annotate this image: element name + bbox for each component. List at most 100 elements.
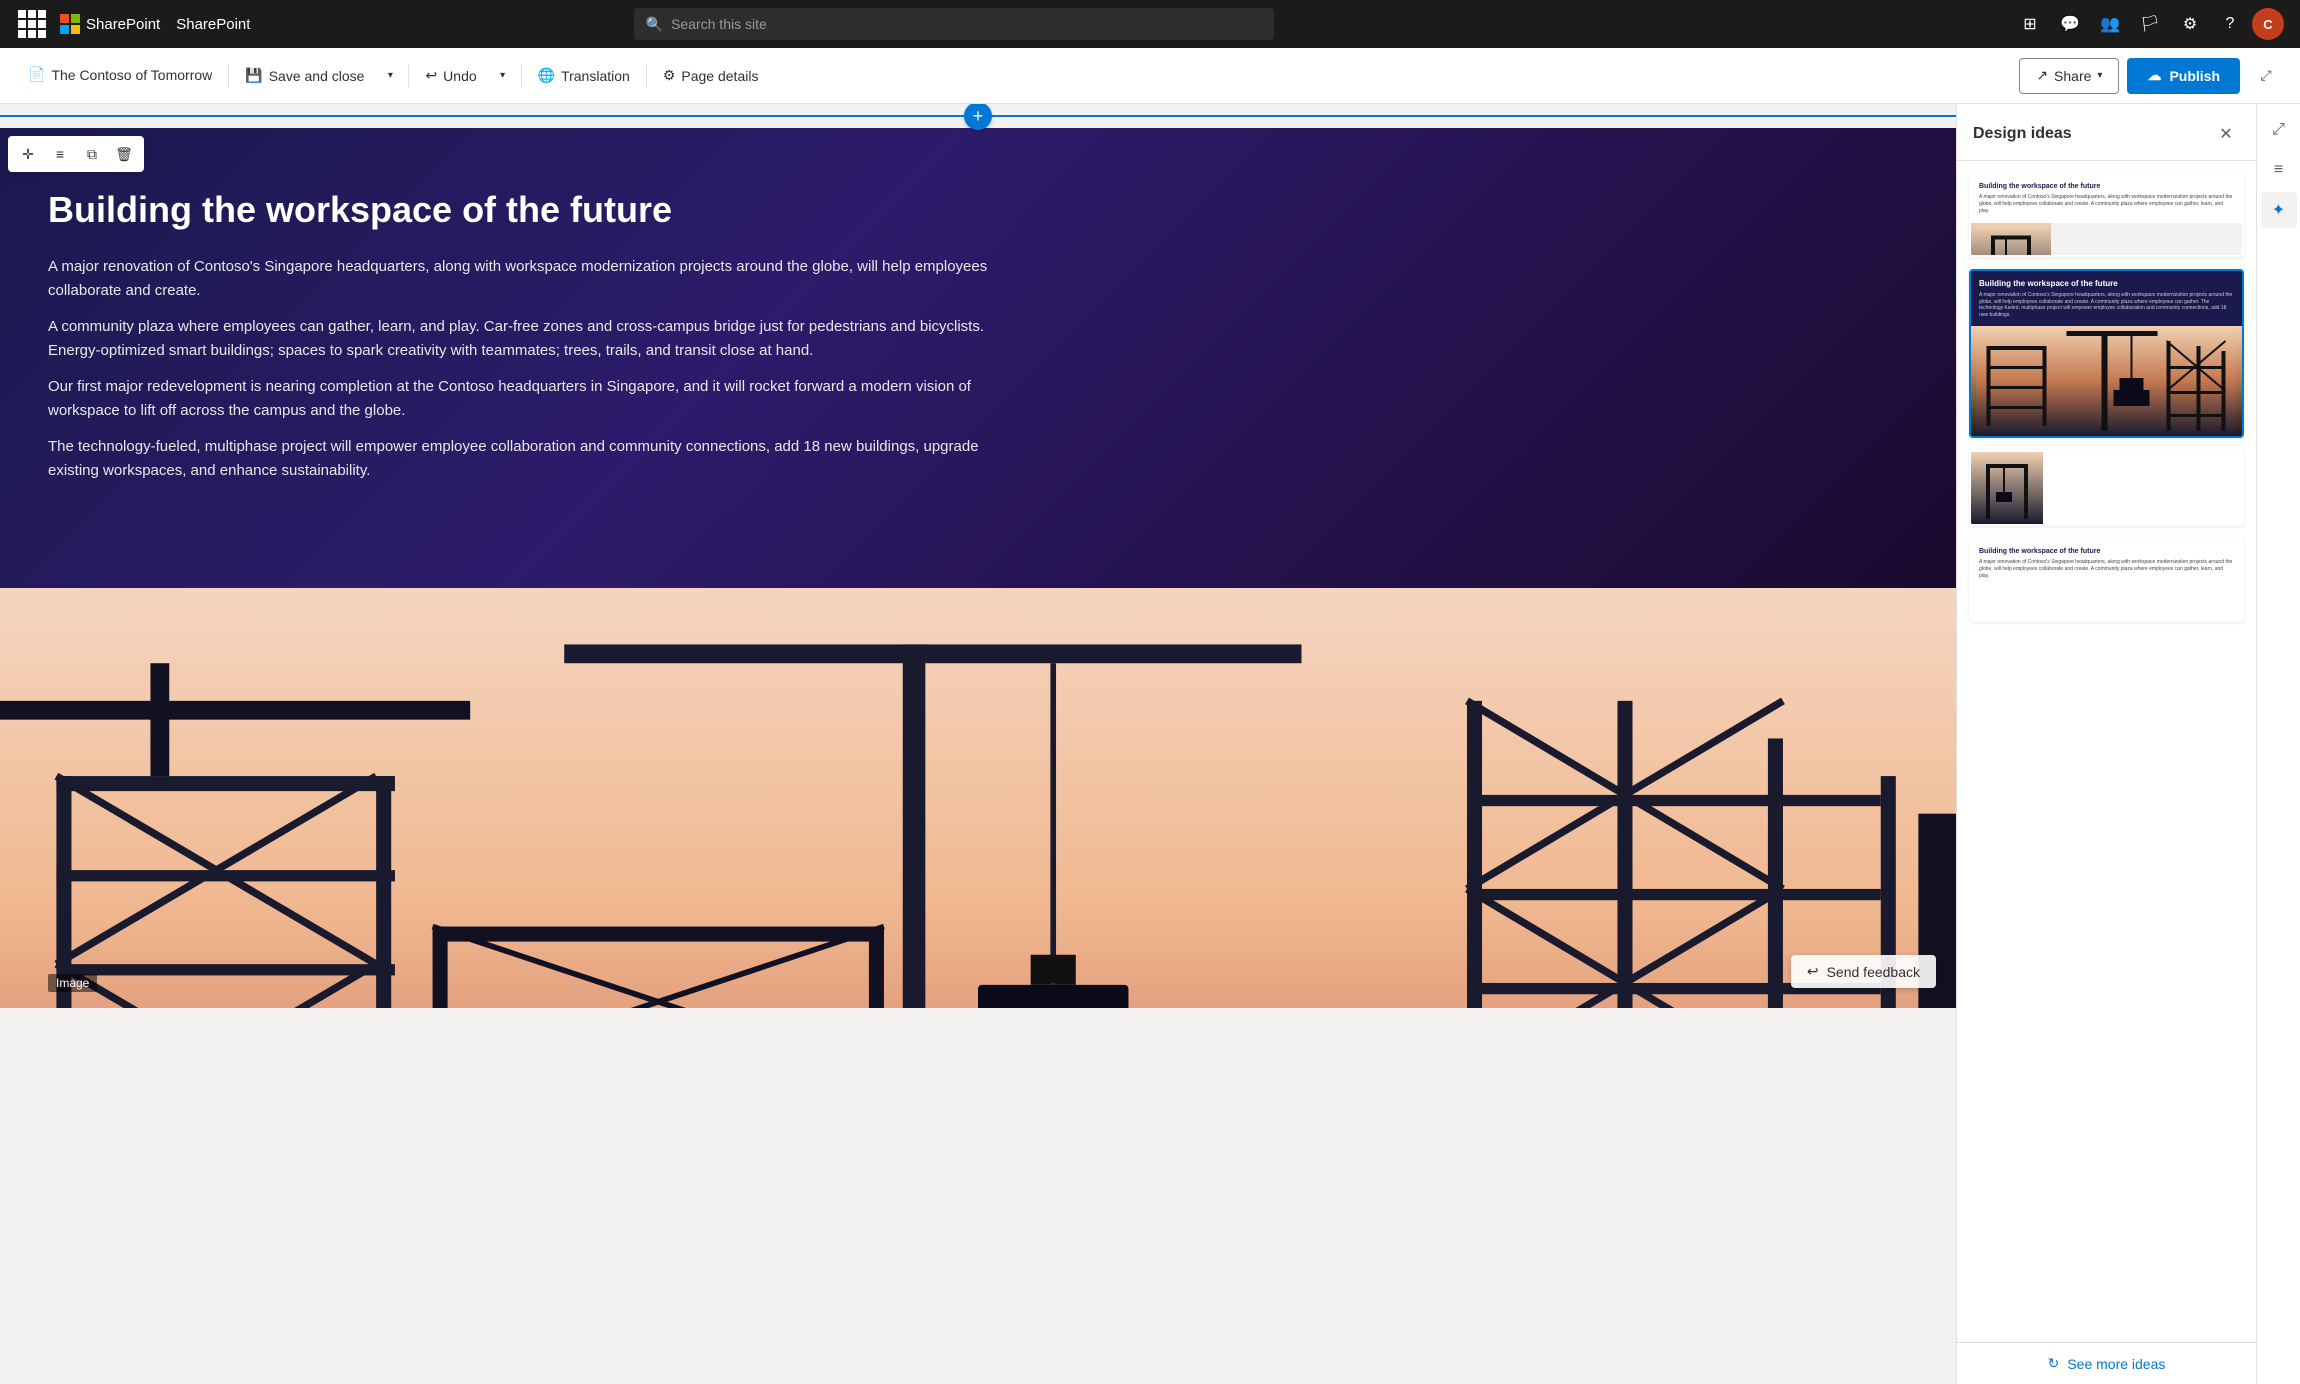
user-avatar[interactable]: C — [2252, 8, 2284, 40]
design-card-2-header: Building the workspace of the future A m… — [1971, 271, 2242, 326]
hero-para-2: A community plaza where employees can ga… — [48, 315, 998, 363]
hero-para-1: A major renovation of Contoso's Singapor… — [48, 255, 998, 303]
share-icon: ↗ — [2036, 67, 2048, 84]
design-card-4-title: Building the workspace of the future — [1979, 548, 2234, 555]
send-feedback-button[interactable]: ↩ Send feedback — [1791, 955, 1936, 988]
publish-icon: ☁ — [2147, 67, 2161, 84]
nav-icon-apps[interactable]: ⊞ — [2012, 6, 2048, 42]
image-section: Image ↩ Send feedback — [0, 588, 1956, 1008]
undo-icon: ↩ — [425, 67, 437, 84]
toolbar-right: ↗ Share ▾ ☁ Publish ⤢ — [2019, 58, 2284, 94]
hero-para-4: The technology-fueled, multiphase projec… — [48, 435, 998, 483]
translation-label: Translation — [561, 68, 630, 84]
toolbar-divider-2 — [408, 64, 409, 88]
right-side-icons: ⤢ ≡ ✦ — [2256, 104, 2300, 1384]
save-icon: 💾 — [245, 67, 262, 84]
refresh-icon: ↻ — [2048, 1355, 2060, 1372]
app-launcher-button[interactable] — [16, 8, 48, 40]
nav-icon-help[interactable]: ? — [2212, 6, 2248, 42]
design-card-1-body: A major renovation of Contoso's Singapor… — [1979, 194, 2234, 215]
side-design-button[interactable]: ✦ — [2261, 192, 2297, 228]
toolbar-divider-1 — [228, 64, 229, 88]
see-more-label: See more ideas — [2067, 1356, 2165, 1372]
undo-button[interactable]: ↩ Undo — [413, 58, 488, 94]
undo-dropdown[interactable]: ▾ — [489, 58, 517, 94]
app-name: SharePoint — [176, 16, 250, 33]
design-card-1-text: Building the workspace of the future A m… — [1971, 175, 2242, 223]
hero-body: A major renovation of Contoso's Singapor… — [48, 255, 998, 483]
design-card-3-inner: Building the workspace of the future A m… — [1971, 452, 2242, 524]
webpart-container: ✛ ≡ ⧉ 🗑 Building the workspace of the fu… — [0, 128, 1956, 1008]
design-card-4-inner: Building the workspace of the future A m… — [1971, 540, 2242, 620]
design-card-2-inner: Building the workspace of the future A m… — [1971, 271, 2242, 436]
feedback-label: Send feedback — [1827, 964, 1920, 980]
search-input[interactable] — [671, 16, 1262, 32]
design-ideas-panel: Design ideas ✕ Building the workspace of… — [1956, 104, 2256, 1384]
nav-icon-flag[interactable]: 🏳 — [2132, 6, 2168, 42]
side-adjust-button[interactable]: ≡ — [2261, 152, 2297, 188]
save-close-label: Save and close — [269, 68, 365, 84]
share-label: Share — [2054, 68, 2091, 84]
design-panel-content[interactable]: Building the workspace of the future A m… — [1957, 161, 2256, 1342]
image-label: Image — [48, 974, 97, 992]
design-card-2-title: Building the workspace of the future — [1979, 279, 2234, 288]
publish-button[interactable]: ☁ Publish — [2127, 58, 2240, 94]
translation-icon: 🌐 — [538, 67, 555, 84]
nav-icons: ⊞ 💬 👥 🏳 ⚙ ? C — [2012, 6, 2284, 42]
nav-icon-settings[interactable]: ⚙ — [2172, 6, 2208, 42]
publish-label: Publish — [2169, 68, 2220, 84]
webpart-settings-button[interactable]: ≡ — [46, 140, 74, 168]
design-panel-header: Design ideas ✕ — [1957, 104, 2256, 161]
webpart-duplicate-button[interactable]: ⧉ — [78, 140, 106, 168]
design-card-4-text: Building the workspace of the future A m… — [1971, 540, 2242, 620]
design-card-3-image — [1971, 452, 2043, 526]
webpart-move-button[interactable]: ✛ — [14, 140, 42, 168]
page-tab[interactable]: 📄 The Contoso of Tomorrow — [16, 48, 224, 104]
share-button[interactable]: ↗ Share ▾ — [2019, 58, 2119, 94]
toolbar-divider-3 — [521, 64, 522, 88]
toolbar-divider-4 — [646, 64, 647, 88]
page-details-button[interactable]: ⚙ Page details — [651, 58, 771, 94]
design-card-1-inner: Building the workspace of the future A m… — [1971, 175, 2242, 255]
side-expand-button[interactable]: ⤢ — [2261, 112, 2297, 148]
crane-image — [0, 588, 1956, 1008]
save-close-dropdown[interactable]: ▾ — [376, 58, 404, 94]
design-card-2[interactable]: Building the workspace of the future A m… — [1969, 269, 2244, 438]
add-section-bar: + — [0, 104, 1956, 128]
top-nav-bar: SharePoint SharePoint 🔍 ⊞ 💬 👥 🏳 ⚙ ? C — [0, 0, 2300, 48]
canvas-scroll-area[interactable]: ✛ ≡ ⧉ 🗑 Building the workspace of the fu… — [0, 128, 1956, 1384]
design-card-2-body: A major renovation of Contoso's Singapor… — [1979, 292, 2234, 318]
see-more-button[interactable]: ↻ See more ideas — [1957, 1342, 2256, 1384]
search-icon: 🔍 — [646, 16, 663, 33]
search-bar[interactable]: 🔍 — [634, 8, 1274, 40]
design-card-4[interactable]: Building the workspace of the future A m… — [1969, 538, 2244, 622]
hero-title: Building the workspace of the future — [48, 188, 1908, 231]
focus-button[interactable]: ⤢ — [2248, 58, 2284, 94]
focus-icon: ⤢ — [2260, 67, 2271, 84]
design-card-1-title: Building the workspace of the future — [1979, 183, 2234, 190]
microsoft-text: SharePoint — [86, 16, 160, 33]
page-tab-icon: 📄 — [28, 66, 45, 83]
design-panel-close-button[interactable]: ✕ — [2212, 120, 2240, 148]
feedback-icon: ↩ — [1807, 963, 1819, 980]
design-panel-title: Design ideas — [1973, 125, 2072, 143]
nav-icon-chat[interactable]: 💬 — [2052, 6, 2088, 42]
design-card-3[interactable]: Building the workspace of the future A m… — [1969, 450, 2244, 526]
page-details-label: Page details — [681, 68, 758, 84]
hero-section: Building the workspace of the future A m… — [0, 128, 1956, 588]
webpart-delete-button[interactable]: 🗑 — [110, 140, 138, 168]
add-section-button[interactable]: + — [964, 104, 992, 130]
hero-para-3: Our first major redevelopment is nearing… — [48, 375, 998, 423]
translation-button[interactable]: 🌐 Translation — [526, 58, 642, 94]
design-card-1[interactable]: Building the workspace of the future A m… — [1969, 173, 2244, 257]
design-card-4-body: A major renovation of Contoso's Singapor… — [1979, 559, 2234, 580]
share-dropdown-icon: ▾ — [2097, 70, 2102, 81]
undo-label: Undo — [443, 68, 476, 84]
webpart-toolbar: ✛ ≡ ⧉ 🗑 — [8, 136, 144, 172]
nav-icon-people[interactable]: 👥 — [2092, 6, 2128, 42]
design-card-2-image — [1971, 326, 2242, 436]
save-close-button[interactable]: 💾 Save and close — [233, 58, 376, 94]
microsoft-logo[interactable]: SharePoint — [60, 14, 160, 34]
design-card-1-image — [1971, 223, 2051, 257]
page-tab-label: The Contoso of Tomorrow — [51, 67, 212, 83]
